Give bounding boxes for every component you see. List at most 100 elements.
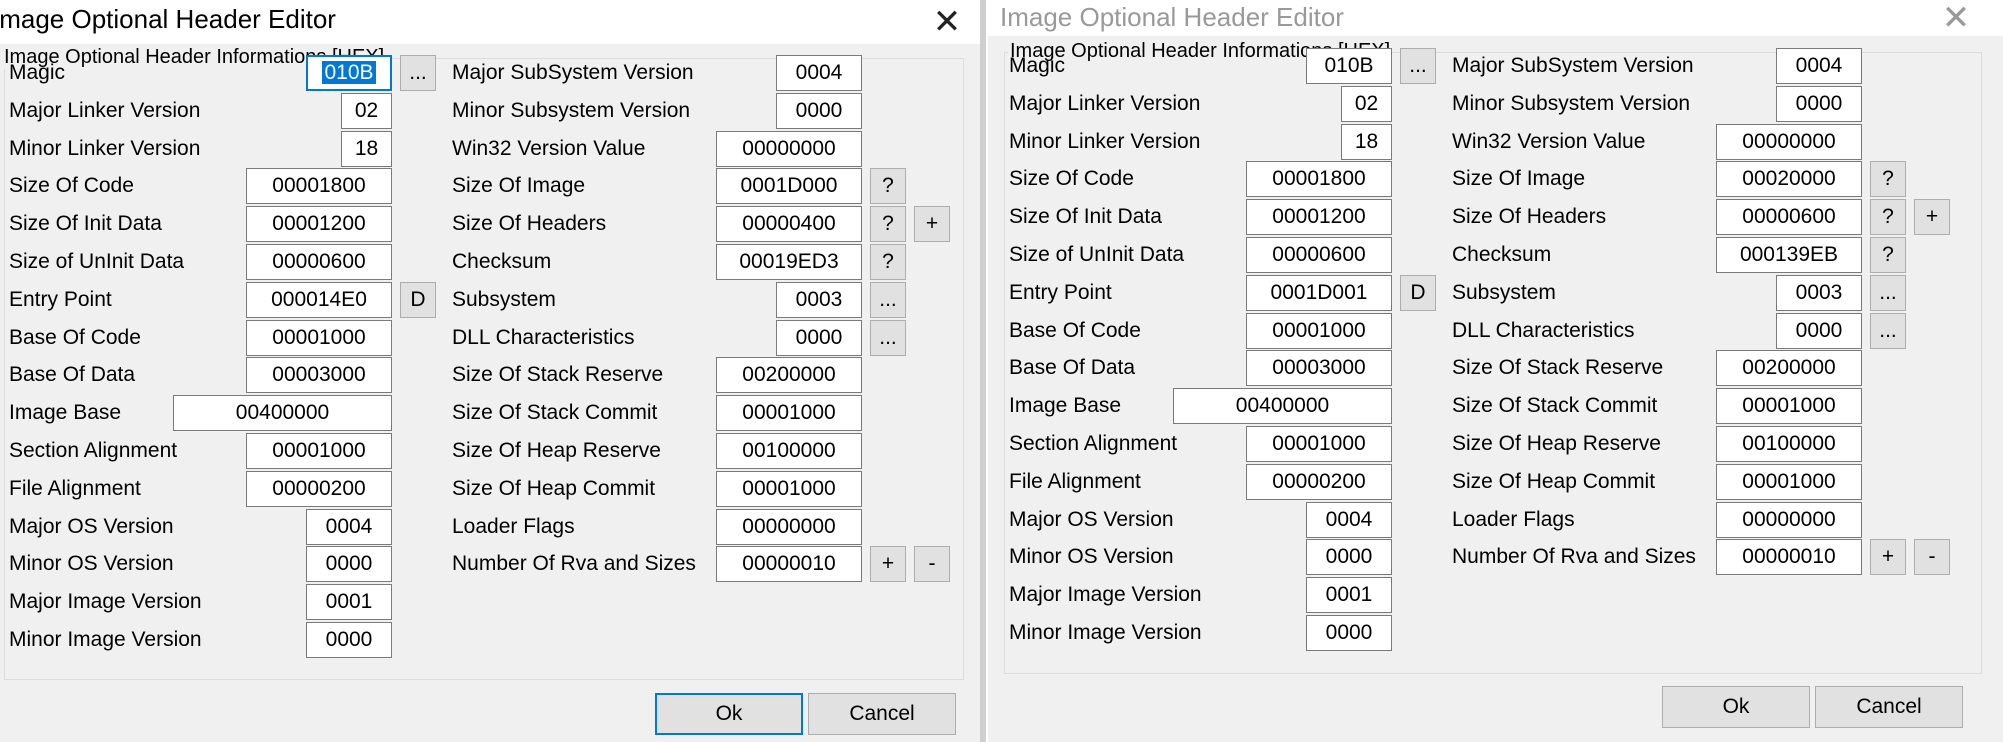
field-major-linker-version[interactable]: 02	[341, 93, 392, 129]
size-of-image-help-button[interactable]: ?	[1870, 161, 1906, 197]
label-size-of-heap-commit: Size Of Heap Commit	[452, 477, 656, 500]
field-magic[interactable]: 010B	[306, 55, 392, 91]
label-major-os-version: Major OS Version	[1009, 508, 1174, 531]
field-size-of-init-data[interactable]: 00001200	[1246, 199, 1392, 235]
field-size-of-headers[interactable]: 00000400	[716, 206, 862, 242]
checksum-help-button[interactable]: ?	[1870, 237, 1906, 273]
label-size-of-code: Size Of Code	[9, 174, 134, 197]
rva-remove-button[interactable]: -	[1914, 539, 1950, 575]
field-size-of-uninit-data[interactable]: 00000600	[246, 244, 392, 280]
entry-point-d-button[interactable]: D	[400, 282, 436, 318]
label-number-of-rva-and-sizes: Number Of Rva and Sizes	[1452, 545, 1696, 568]
field-base-of-code[interactable]: 00001000	[1246, 313, 1392, 349]
field-section-alignment[interactable]: 00001000	[246, 433, 392, 469]
field-base-of-data[interactable]: 00003000	[1246, 350, 1392, 386]
field-section-alignment[interactable]: 00001000	[1246, 426, 1392, 462]
field-size-of-image[interactable]: 00020000	[1716, 161, 1862, 197]
field-dll-characteristics[interactable]: 0000	[776, 320, 862, 356]
field-minor-os-version[interactable]: 0000	[1306, 539, 1392, 575]
field-size-of-code[interactable]: 00001800	[246, 168, 392, 204]
size-of-headers-add-button[interactable]: +	[1914, 199, 1950, 235]
label-size-of-headers: Size Of Headers	[1452, 205, 1607, 228]
field-major-os-version[interactable]: 0004	[1306, 502, 1392, 538]
field-base-of-code[interactable]: 00001000	[246, 320, 392, 356]
field-magic[interactable]: 010B	[1306, 48, 1392, 84]
field-size-of-init-data[interactable]: 00001200	[246, 206, 392, 242]
field-size-of-headers[interactable]: 00000600	[1716, 199, 1862, 235]
cancel-button[interactable]: Cancel	[1815, 686, 1963, 728]
field-minor-linker-version[interactable]: 18	[1341, 124, 1392, 160]
field-size-of-heap-reserve[interactable]: 00100000	[716, 433, 862, 469]
field-base-of-data[interactable]: 00003000	[246, 357, 392, 393]
field-minor-image-version[interactable]: 0000	[306, 622, 392, 658]
field-major-subsystem-version[interactable]: 0004	[1776, 48, 1862, 84]
field-win32-version-value[interactable]: 00000000	[1716, 124, 1862, 160]
field-minor-subsystem-version[interactable]: 0000	[1776, 86, 1862, 122]
field-loader-flags[interactable]: 00000000	[716, 509, 862, 545]
field-major-image-version[interactable]: 0001	[1306, 577, 1392, 613]
field-image-base[interactable]: 00400000	[1173, 388, 1392, 424]
field-subsystem[interactable]: 0003	[776, 282, 862, 318]
subsystem-options-button[interactable]: ...	[1870, 275, 1906, 311]
field-size-of-uninit-data[interactable]: 00000600	[1246, 237, 1392, 273]
field-size-of-heap-reserve[interactable]: 00100000	[1716, 426, 1862, 462]
size-of-headers-help-button[interactable]: ?	[1870, 199, 1906, 235]
size-of-headers-add-button[interactable]: +	[914, 206, 950, 242]
cancel-button[interactable]: Cancel	[808, 693, 956, 735]
field-subsystem[interactable]: 0003	[1776, 275, 1862, 311]
field-checksum[interactable]: 00019ED3	[716, 244, 862, 280]
label-section-alignment: Section Alignment	[9, 439, 178, 462]
field-size-of-heap-commit[interactable]: 00001000	[716, 471, 862, 507]
field-size-of-stack-commit[interactable]: 00001000	[716, 395, 862, 431]
field-size-of-stack-commit[interactable]: 00001000	[1716, 388, 1862, 424]
close-icon[interactable]: ✕	[925, 2, 969, 42]
rva-remove-button[interactable]: -	[914, 546, 950, 582]
field-minor-linker-version[interactable]: 18	[341, 131, 392, 167]
field-major-os-version[interactable]: 0004	[306, 509, 392, 545]
label-minor-subsystem-version: Minor Subsystem Version	[1452, 92, 1691, 115]
field-entry-point[interactable]: 000014E0	[246, 282, 392, 318]
label-size-of-headers: Size Of Headers	[452, 212, 607, 235]
field-entry-point[interactable]: 0001D001	[1246, 275, 1392, 311]
field-size-of-code[interactable]: 00001800	[1246, 161, 1392, 197]
size-of-headers-help-button[interactable]: ?	[870, 206, 906, 242]
field-minor-image-version[interactable]: 0000	[1306, 615, 1392, 651]
field-size-of-stack-reserve[interactable]: 00200000	[716, 357, 862, 393]
field-checksum[interactable]: 000139EB	[1716, 237, 1862, 273]
label-minor-linker-version: Minor Linker Version	[1009, 130, 1201, 153]
field-size-of-heap-commit[interactable]: 00001000	[1716, 464, 1862, 500]
field-dll-characteristics[interactable]: 0000	[1776, 313, 1862, 349]
dll-characteristics-options-button[interactable]: ...	[870, 320, 906, 356]
field-major-subsystem-version[interactable]: 0004	[776, 55, 862, 91]
field-image-base[interactable]: 00400000	[173, 395, 392, 431]
rva-add-button[interactable]: +	[1870, 539, 1906, 575]
field-number-of-rva-and-sizes[interactable]: 00000010	[1716, 539, 1862, 575]
field-number-of-rva-and-sizes[interactable]: 00000010	[716, 546, 862, 582]
subsystem-options-button[interactable]: ...	[870, 282, 906, 318]
magic-options-button[interactable]: ...	[1400, 48, 1436, 84]
field-file-alignment[interactable]: 00000200	[1246, 464, 1392, 500]
size-of-image-help-button[interactable]: ?	[870, 168, 906, 204]
close-icon[interactable]: ✕	[1934, 0, 1978, 38]
magic-options-button[interactable]: ...	[400, 55, 436, 91]
dialog-title: Image Optional Header Editor	[1000, 2, 1344, 32]
ok-button[interactable]: Ok	[655, 693, 803, 735]
label-checksum: Checksum	[1452, 243, 1552, 266]
field-size-of-stack-reserve[interactable]: 00200000	[1716, 350, 1862, 386]
field-minor-subsystem-version[interactable]: 0000	[776, 93, 862, 129]
field-loader-flags[interactable]: 00000000	[1716, 502, 1862, 538]
field-minor-os-version[interactable]: 0000	[306, 546, 392, 582]
ok-button[interactable]: Ok	[1662, 686, 1810, 728]
label-section-alignment: Section Alignment	[1009, 432, 1178, 455]
label-size-of-stack-reserve: Size Of Stack Reserve	[452, 363, 664, 386]
dll-characteristics-options-button[interactable]: ...	[1870, 313, 1906, 349]
field-file-alignment[interactable]: 00000200	[246, 471, 392, 507]
field-major-image-version[interactable]: 0001	[306, 584, 392, 620]
field-major-linker-version[interactable]: 02	[1341, 86, 1392, 122]
field-win32-version-value[interactable]: 00000000	[716, 131, 862, 167]
rva-add-button[interactable]: +	[870, 546, 906, 582]
entry-point-d-button[interactable]: D	[1400, 275, 1436, 311]
checksum-help-button[interactable]: ?	[870, 244, 906, 280]
label-size-of-init-data: Size Of Init Data	[9, 212, 162, 235]
field-size-of-image[interactable]: 0001D000	[716, 168, 862, 204]
